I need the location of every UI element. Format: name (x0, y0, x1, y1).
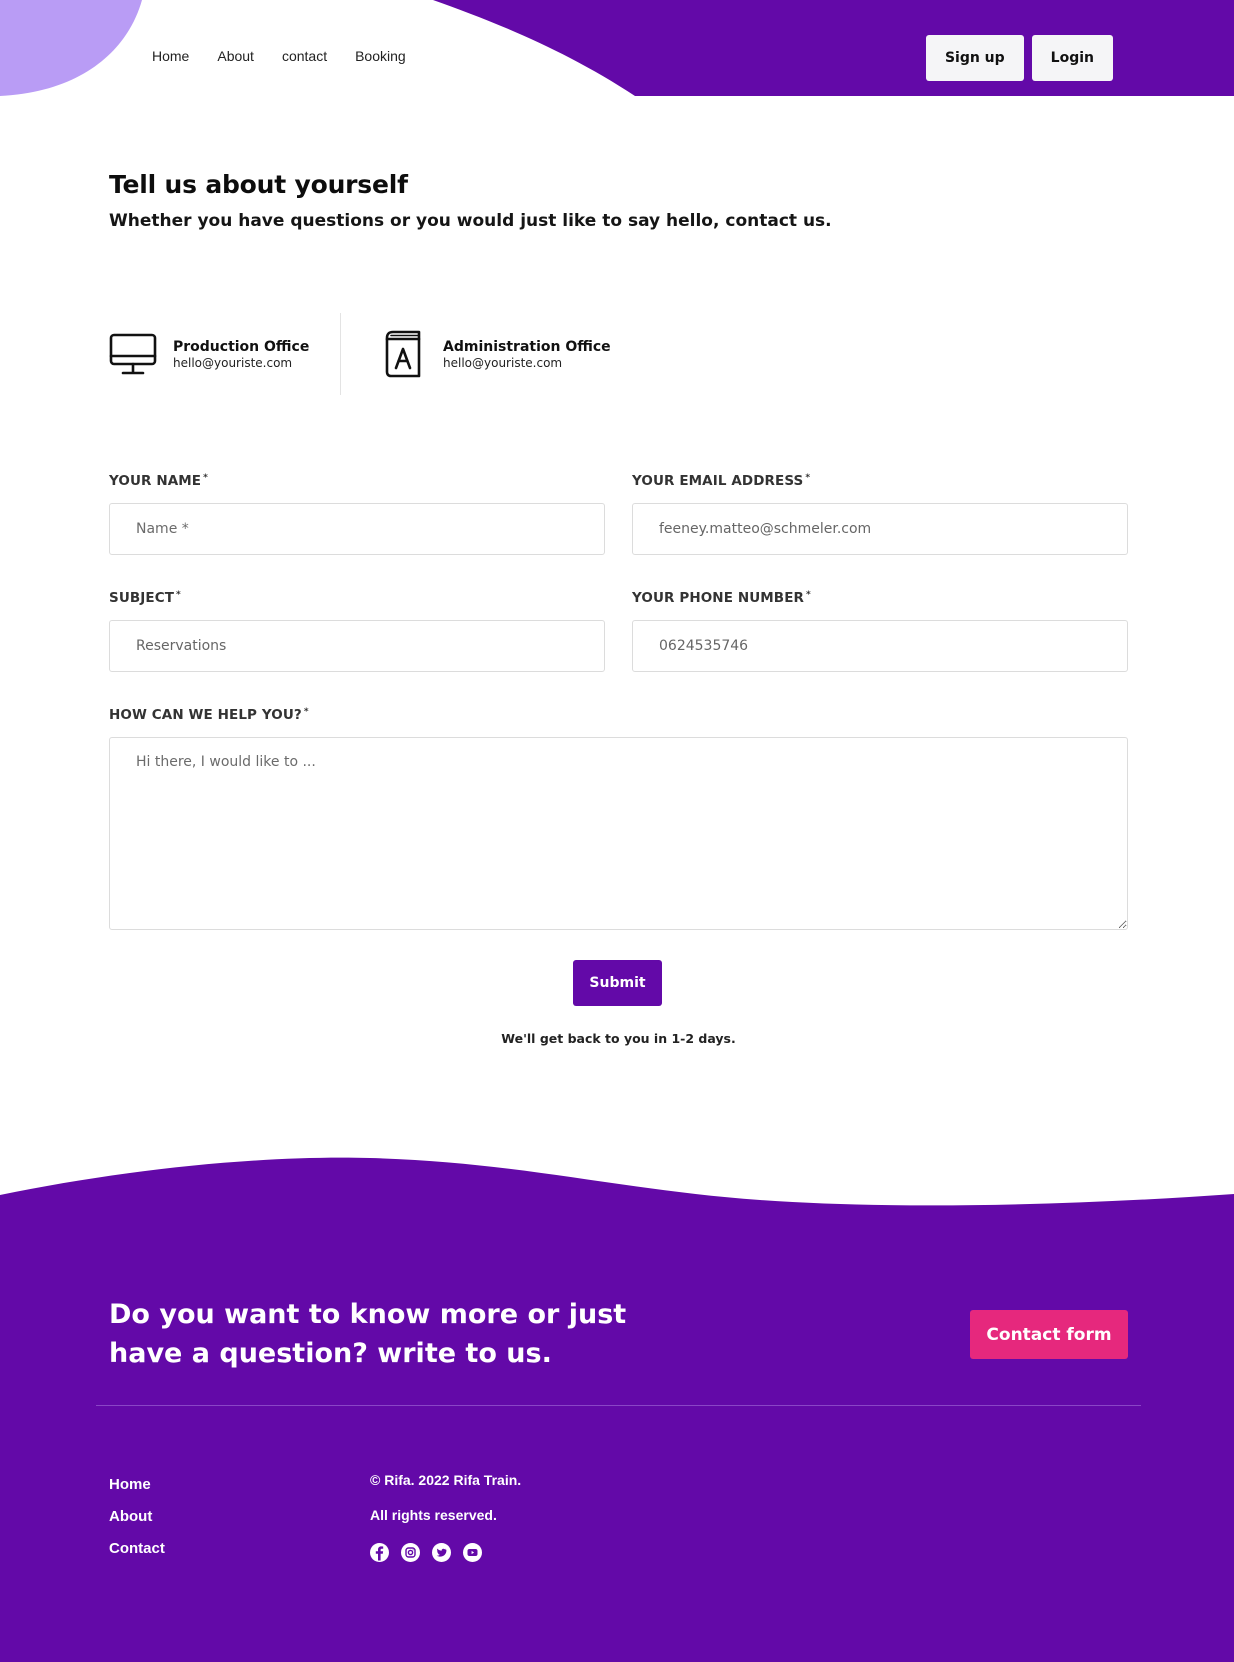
page-title: Tell us about yourself (109, 170, 408, 199)
phone-field-group: YOUR PHONE NUMBER * (632, 587, 1128, 672)
message-textarea[interactable] (109, 737, 1128, 930)
nav-about-link[interactable]: About (217, 48, 254, 64)
facebook-icon[interactable] (370, 1543, 389, 1562)
production-office: Production Office hello@youriste.com (109, 313, 309, 395)
phone-label: YOUR PHONE NUMBER * (632, 589, 811, 607)
main-nav: Home About contact Booking (152, 48, 434, 64)
message-field-group: HOW CAN WE HELP YOU? * (109, 704, 1128, 930)
youtube-icon[interactable] (463, 1543, 482, 1562)
footer-contact-link[interactable]: Contact (109, 1540, 165, 1558)
subject-field-group: SUBJECT * (109, 587, 605, 672)
contact-form-button[interactable]: Contact form (970, 1310, 1128, 1359)
footer-about-link[interactable]: About (109, 1508, 165, 1526)
message-label: HOW CAN WE HELP YOU? * (109, 706, 309, 724)
office-title: Administration Office (443, 338, 611, 355)
instagram-icon[interactable] (401, 1543, 420, 1562)
response-time-note: We'll get back to you in 1-2 days. (501, 1031, 736, 1046)
office-divider (340, 313, 341, 395)
footer-background (0, 1157, 1234, 1662)
office-email: hello@youriste.com (443, 355, 563, 370)
social-links (370, 1543, 482, 1562)
nav-home-link[interactable]: Home (152, 48, 189, 64)
nav-contact-link[interactable]: contact (282, 48, 327, 64)
name-field-group: YOUR NAME * (109, 470, 605, 555)
name-label: YOUR NAME * (109, 472, 208, 490)
email-label: YOUR EMAIL ADDRESS * (632, 472, 811, 490)
submit-button[interactable]: Submit (573, 960, 662, 1006)
nav-booking-link[interactable]: Booking (355, 48, 406, 64)
copyright-text: © Rifa. 2022 Rifa Train. (370, 1472, 522, 1488)
offices-section: Production Office hello@youriste.com Adm… (109, 313, 709, 395)
monitor-icon (109, 330, 157, 378)
office-title: Production Office (173, 338, 310, 355)
twitter-icon[interactable] (432, 1543, 451, 1562)
auth-buttons: Sign up Login (925, 35, 1113, 81)
footer-nav: Home About Contact (109, 1476, 165, 1572)
office-email: hello@youriste.com (173, 355, 293, 370)
subject-input[interactable] (109, 620, 605, 672)
name-input[interactable] (109, 503, 605, 555)
subject-label: SUBJECT * (109, 589, 181, 607)
phone-input[interactable] (632, 620, 1128, 672)
administration-office: Administration Office hello@youriste.com (379, 313, 611, 395)
email-field-group: YOUR EMAIL ADDRESS * (632, 470, 1128, 555)
signup-button[interactable]: Sign up (925, 35, 1024, 81)
footer-divider (96, 1405, 1141, 1406)
footer-home-link[interactable]: Home (109, 1476, 165, 1494)
page-subtitle: Whether you have questions or you would … (109, 211, 832, 231)
cta-heading: Do you want to know more or just have a … (109, 1299, 627, 1369)
address-book-icon (379, 330, 427, 378)
email-input[interactable] (632, 503, 1128, 555)
site-header: Home About contact Booking Sign up Login (0, 0, 1234, 96)
login-button[interactable]: Login (1031, 35, 1113, 81)
intro-section: Tell us about yourself Whether you have … (109, 170, 1129, 231)
copyright-block: © Rifa. 2022 Rifa Train. All rights rese… (370, 1472, 521, 1542)
rights-text: All rights reserved. (370, 1507, 497, 1523)
